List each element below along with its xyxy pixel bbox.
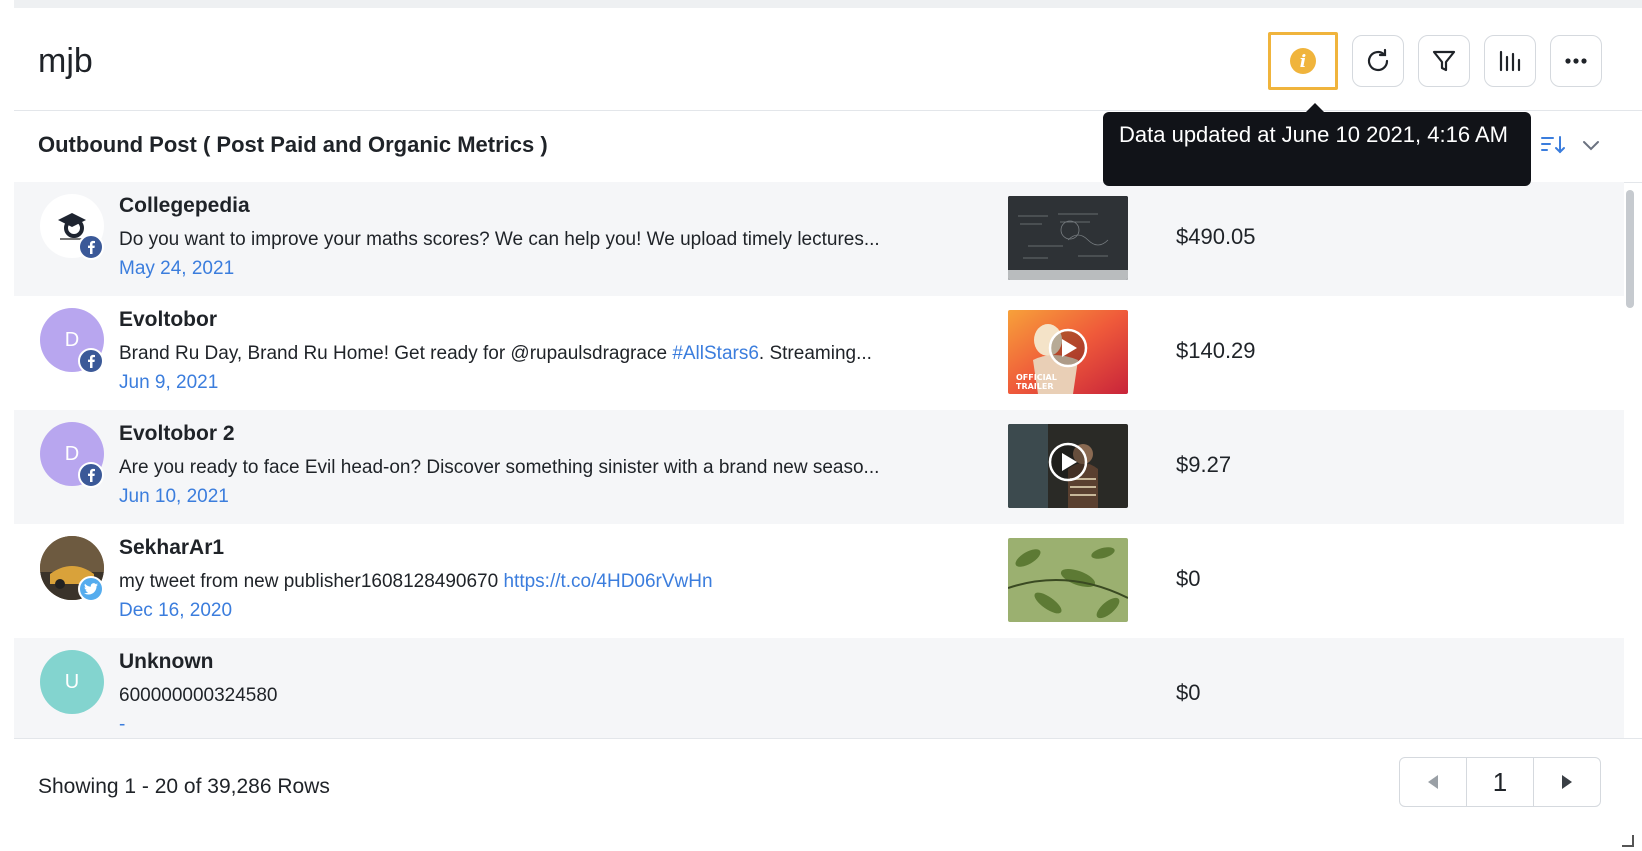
row-count: Showing 1 - 20 of 39,286 Rows [38, 775, 330, 798]
post-text: my tweet from new publisher1608128490670… [119, 571, 713, 592]
post-date[interactable]: - [119, 714, 125, 736]
more-button[interactable] [1550, 35, 1602, 87]
top-strip [14, 0, 1642, 8]
info-icon: i [1290, 48, 1316, 74]
svg-text:TRAILER: TRAILER [1016, 382, 1054, 391]
post-date[interactable]: Jun 9, 2021 [119, 372, 218, 394]
sort-icon[interactable] [1540, 134, 1566, 156]
post-thumbnail[interactable]: OFFICIAL TRAILER [1008, 310, 1128, 394]
caret-right-icon [1562, 775, 1573, 789]
facebook-icon [78, 234, 104, 260]
hashtag-link[interactable]: #AllStars6 [672, 343, 759, 364]
metric-value: $0 [1176, 680, 1201, 705]
refresh-button[interactable] [1352, 35, 1404, 87]
account-name[interactable]: Evoltobor 2 [119, 422, 235, 446]
toolbar: i [1268, 32, 1602, 90]
list-item[interactable]: D Evoltobor Brand Ru Day, Brand Ru Home!… [14, 296, 1624, 410]
account-name[interactable]: Evoltobor [119, 308, 217, 332]
list-item[interactable]: Collegepedia Do you want to improve your… [14, 182, 1624, 296]
info-button[interactable]: i [1268, 32, 1338, 90]
post-thumbnail[interactable] [1008, 196, 1128, 280]
svg-text:OFFICIAL: OFFICIAL [1016, 373, 1057, 382]
post-text: Are you ready to face Evil head-on? Disc… [119, 457, 880, 478]
post-text: Brand Ru Day, Brand Ru Home! Get ready f… [119, 343, 872, 364]
caret-left-icon [1427, 775, 1438, 789]
widget-card: mjb i Outbound Post (Post Paid and Orga… [14, 8, 1642, 850]
bar-chart-icon [1499, 50, 1521, 72]
account-name[interactable]: Unknown [119, 650, 214, 674]
post-list: Collegepedia Do you want to improve your… [14, 182, 1624, 738]
metric-value: $490.05 [1176, 224, 1256, 249]
widget-subtitle: Outbound Post ( Post Paid and Organic Me… [38, 132, 548, 157]
more-icon [1565, 58, 1587, 64]
pagination: 1 [1399, 757, 1601, 807]
post-text: Do you want to improve your maths scores… [119, 229, 880, 250]
filter-button[interactable] [1418, 35, 1470, 87]
twitter-icon [78, 576, 104, 602]
widget-title: mjb [38, 42, 93, 80]
list-item[interactable]: U Unknown 600000000324580 - $0 [14, 638, 1624, 738]
post-date[interactable]: Jun 10, 2021 [119, 486, 229, 508]
sort-controls [1540, 134, 1602, 156]
metric-value: $9.27 [1176, 452, 1232, 477]
post-link[interactable]: https://t.co/4HD06rVwHn [503, 571, 712, 592]
post-date[interactable]: May 24, 2021 [119, 258, 234, 280]
widget-footer: Showing 1 - 20 of 39,286 Rows 1 [14, 738, 1642, 851]
post-thumbnail[interactable] [1008, 424, 1128, 508]
account-name[interactable]: Collegepedia [119, 194, 250, 218]
list-item[interactable]: D Evoltobor 2 Are you ready to face Evil… [14, 410, 1624, 524]
scrollbar-thumb[interactable] [1626, 190, 1634, 308]
page-number[interactable]: 1 [1465, 758, 1535, 806]
facebook-icon [78, 348, 104, 374]
refresh-icon [1367, 48, 1389, 72]
chart-button[interactable] [1484, 35, 1536, 87]
chevron-down-icon[interactable] [1580, 134, 1602, 156]
next-page-button[interactable] [1534, 758, 1600, 806]
facebook-icon [78, 462, 104, 488]
svg-text:i: i [1300, 52, 1306, 72]
post-text: 600000000324580 [119, 685, 278, 706]
widget-header: mjb i [14, 8, 1642, 111]
post-date[interactable]: Dec 16, 2020 [119, 600, 232, 622]
resize-handle[interactable] [1622, 835, 1634, 847]
metric-value: $140.29 [1176, 338, 1256, 363]
account-name[interactable]: SekharAr1 [119, 536, 224, 560]
list-item[interactable]: SekharAr1 my tweet from new publisher160… [14, 524, 1624, 638]
info-tooltip: Data updated at June 10 2021, 4:16 AM [1103, 103, 1531, 186]
avatar: U [40, 650, 104, 714]
metric-value: $0 [1176, 566, 1201, 591]
filter-icon [1432, 50, 1456, 72]
post-thumbnail[interactable] [1008, 538, 1128, 622]
prev-page-button[interactable] [1400, 758, 1466, 806]
